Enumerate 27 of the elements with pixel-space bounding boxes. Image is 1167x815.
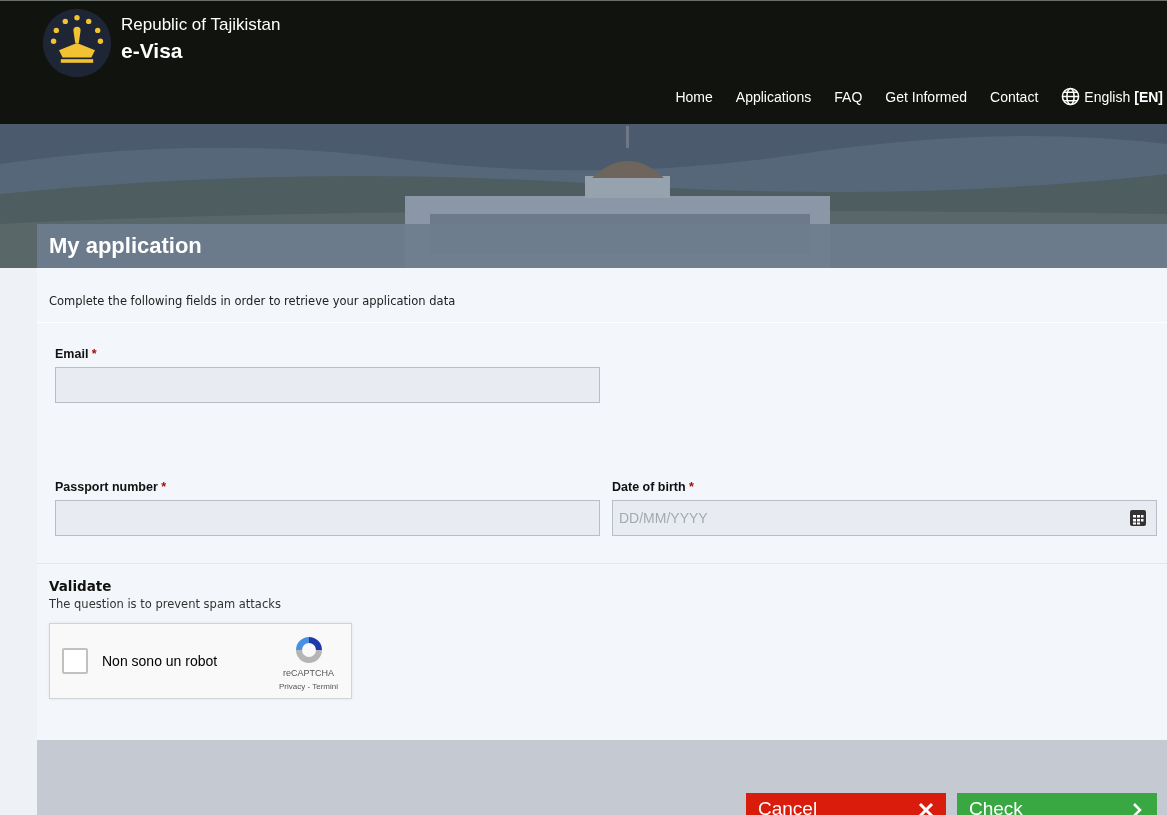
field-label: Date of birth * (612, 480, 695, 494)
field-label: Email * (55, 347, 98, 361)
nav-link[interactable]: Get Informed (885, 88, 968, 105)
cancel-button[interactable]: Cancel (746, 793, 946, 815)
language-selector[interactable]: English [EN] (1061, 87, 1163, 106)
section-title: Validate (49, 578, 113, 594)
nav-link[interactable]: FAQ (834, 88, 863, 105)
emblem-icon (41, 7, 113, 79)
site-subtitle: Republic of Tajikistan (121, 15, 281, 35)
field-label: Passport number * (55, 480, 168, 494)
page-title: My application (49, 233, 202, 259)
nav-link[interactable]: Applications (735, 88, 812, 105)
checkbox[interactable] (62, 648, 88, 674)
captcha-links[interactable]: Privacy - Termini (279, 682, 338, 691)
globe-icon (1061, 87, 1081, 106)
captcha-brand: reCAPTCHA (283, 668, 334, 678)
site-title: e-Visa (121, 39, 184, 63)
section-hint: The question is to prevent spam attacks (49, 597, 282, 611)
input-field[interactable] (55, 367, 600, 403)
nav-link[interactable]: Home (675, 88, 713, 105)
input-field[interactable] (55, 500, 600, 536)
close-icon (918, 802, 934, 815)
calendar-icon (1130, 510, 1146, 526)
checkbox-label: Non sono un robot (102, 653, 218, 669)
intro-text: Complete the following fields in order to retrieve your application data (37, 268, 1167, 323)
date-field[interactable]: DD/MM/YYYY (612, 500, 1157, 536)
nav-link[interactable]: Contact (990, 88, 1039, 105)
